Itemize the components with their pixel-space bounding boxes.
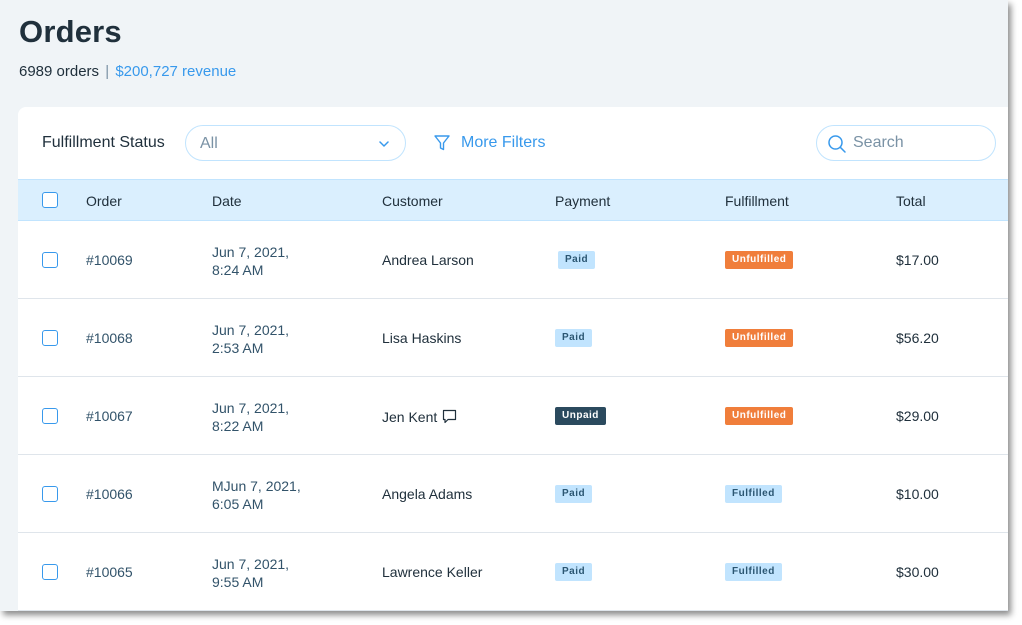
- row-checkbox[interactable]: [42, 564, 58, 580]
- table-row[interactable]: #10065 Jun 7, 2021, 9:55 AM Lawrence Kel…: [18, 533, 1008, 611]
- column-header-order[interactable]: Order: [86, 193, 122, 209]
- summary-separator: |: [105, 63, 110, 80]
- order-date: Jun 7, 2021, 8:22 AM: [212, 399, 289, 435]
- table-row[interactable]: #10066 MJun 7, 2021, 6:05 AM Angela Adam…: [18, 455, 1008, 533]
- order-date: Jun 7, 2021, 2:53 AM: [212, 321, 289, 357]
- fulfillment-status-badge: Unfulfilled: [725, 251, 794, 269]
- revenue-total: $200,727 revenue: [115, 63, 237, 80]
- payment-status-badge: Paid: [555, 485, 593, 503]
- order-number: #10069: [86, 252, 133, 268]
- chevron-down-icon: [379, 141, 389, 147]
- customer-name-text: Lawrence Keller: [382, 564, 483, 580]
- order-date-line: Jun 7, 2021,: [212, 556, 290, 572]
- fulfillment-status-badge: Fulfilled: [725, 563, 782, 581]
- orders-summary: 6989 orders | $200,727 revenue: [19, 63, 236, 80]
- customer-name: Angela Adams: [382, 486, 472, 502]
- order-time-line: 6:05 AM: [212, 496, 264, 512]
- payment-status-badge: Paid: [555, 563, 593, 581]
- order-date-line: Jun 7, 2021,: [212, 400, 290, 416]
- column-header-date[interactable]: Date: [212, 193, 242, 209]
- order-time-line: 9:55 AM: [212, 574, 264, 590]
- search-input[interactable]: [853, 132, 983, 154]
- chat-bubble-icon[interactable]: [441, 408, 458, 425]
- order-time-line: 2:53 AM: [212, 340, 264, 356]
- filter-toolbar: Fulfillment Status All More Filters: [18, 107, 1008, 179]
- order-time-line: 8:22 AM: [212, 418, 264, 434]
- order-date-line: Jun 7, 2021,: [212, 244, 290, 260]
- customer-name: Jen Kent: [382, 408, 458, 425]
- row-checkbox[interactable]: [42, 330, 58, 346]
- orders-count: 6989 orders: [19, 63, 100, 80]
- table-header: Order Date Customer Payment Fulfillment …: [18, 179, 1008, 221]
- fulfillment-status-value: All: [200, 135, 218, 152]
- page-title: Orders: [19, 14, 122, 49]
- payment-status-badge: Unpaid: [555, 407, 606, 425]
- column-header-total[interactable]: Total: [896, 193, 926, 209]
- customer-name: Andrea Larson: [382, 252, 474, 268]
- order-number: #10067: [86, 408, 133, 424]
- more-filters-button[interactable]: More Filters: [433, 132, 545, 154]
- customer-name: Lawrence Keller: [382, 564, 482, 580]
- order-number: #10068: [86, 330, 133, 346]
- more-filters-label: More Filters: [461, 134, 546, 151]
- column-header-customer[interactable]: Customer: [382, 193, 443, 209]
- orders-card: Fulfillment Status All More Filters Sear…: [18, 107, 1008, 611]
- fulfillment-status-badge: Fulfilled: [725, 485, 782, 503]
- fulfillment-status-label: Fulfillment Status: [42, 134, 165, 151]
- row-checkbox[interactable]: [42, 252, 58, 268]
- order-number: #10065: [86, 564, 133, 580]
- row-checkbox[interactable]: [42, 408, 58, 424]
- order-time-line: 8:24 AM: [212, 262, 264, 278]
- order-number: #10066: [86, 486, 133, 502]
- payment-status-badge: Paid: [555, 329, 593, 347]
- customer-name-text: Lisa Haskins: [382, 330, 462, 346]
- table-row[interactable]: #10067 Jun 7, 2021, 8:22 AM Jen Kent Unp…: [18, 377, 1008, 455]
- order-date: Jun 7, 2021, 8:24 AM: [212, 243, 289, 279]
- fulfillment-status-badge: Unfulfilled: [725, 407, 794, 425]
- column-header-fulfillment[interactable]: Fulfillment: [725, 193, 789, 209]
- payment-status-badge: Paid: [558, 251, 596, 269]
- order-total: $10.00: [896, 486, 939, 502]
- order-date: MJun 7, 2021, 6:05 AM: [212, 477, 301, 513]
- order-total: $30.00: [896, 564, 939, 580]
- customer-name-text: Angela Adams: [382, 486, 473, 502]
- customer-name-text: Andrea Larson: [382, 252, 474, 268]
- table-row[interactable]: #10068 Jun 7, 2021, 2:53 AM Lisa Haskins…: [18, 299, 1008, 377]
- select-all-checkbox[interactable]: [42, 192, 58, 208]
- customer-name: Lisa Haskins: [382, 330, 461, 346]
- customer-name-text: Jen Kent: [382, 408, 438, 425]
- fulfillment-status-dropdown[interactable]: All: [185, 125, 406, 161]
- order-total: $56.20: [896, 330, 939, 346]
- filter-icon: [434, 135, 450, 151]
- column-header-payment[interactable]: Payment: [555, 193, 610, 209]
- order-total: $17.00: [896, 252, 939, 268]
- orders-page: Orders 6989 orders | $200,727 revenue Fu…: [0, 0, 1008, 611]
- search-icon: [828, 135, 846, 153]
- order-date: Jun 7, 2021, 9:55 AM: [212, 555, 289, 591]
- search-box[interactable]: [816, 125, 996, 161]
- order-total: $29.00: [896, 408, 939, 424]
- order-date-line: MJun 7, 2021,: [212, 478, 301, 494]
- table-row[interactable]: #10069 Jun 7, 2021, 8:24 AM Andrea Larso…: [18, 221, 1008, 299]
- order-date-line: Jun 7, 2021,: [212, 322, 290, 338]
- fulfillment-status-badge: Unfulfilled: [725, 329, 794, 347]
- row-checkbox[interactable]: [42, 486, 58, 502]
